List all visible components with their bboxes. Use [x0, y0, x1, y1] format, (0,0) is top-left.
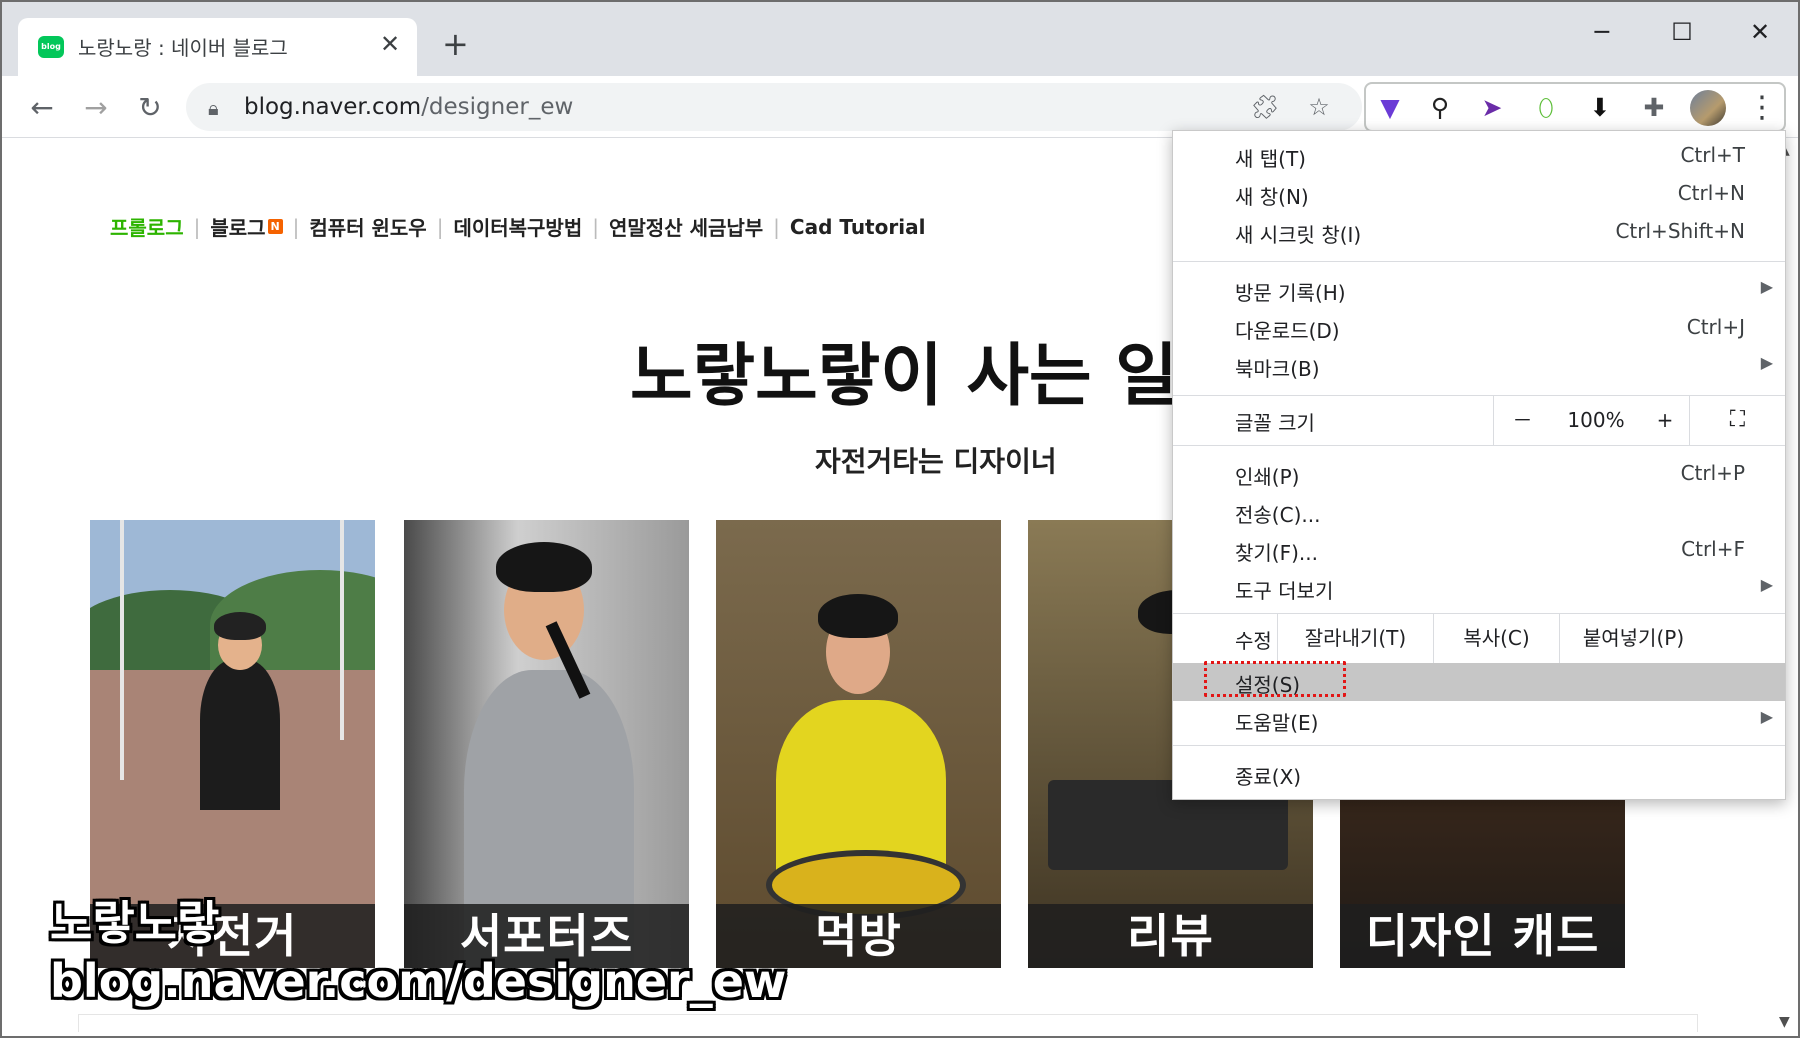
- edit-label: 수정: [1235, 629, 1272, 653]
- zoom-label: 글꼴 크기: [1235, 411, 1315, 435]
- zoom-value: 100%: [1567, 408, 1625, 432]
- tab-title: 노랑노랑 : 네이버 블로그: [78, 36, 288, 60]
- menu-item-new-window[interactable]: 새 창(N) Ctrl+N: [1173, 175, 1785, 213]
- nav-item-computer[interactable]: 컴퓨터 윈도우: [309, 212, 426, 241]
- content-divider: [78, 1014, 1698, 1032]
- mouse-extension-icon[interactable]: ⬯: [1526, 88, 1566, 128]
- nav-item-blog[interactable]: 블로그: [210, 212, 265, 241]
- url-text[interactable]: blog.naver.com/designer_ew: [244, 94, 573, 120]
- card-photo-rider: [200, 660, 280, 810]
- vpn-extension-icon[interactable]: ▼: [1370, 88, 1410, 128]
- back-icon[interactable]: ←: [22, 88, 62, 128]
- blog-favicon-icon: blog: [38, 36, 64, 58]
- card-photo-cable: [120, 520, 124, 780]
- card-caption: 디자인 캐드: [1340, 904, 1625, 968]
- tab-strip: blog 노랑노랑 : 네이버 블로그 ✕ + ─ ☐ ✕: [2, 2, 1798, 76]
- url-path: /designer_ew: [421, 94, 574, 120]
- chevron-right-icon: ▶: [1760, 575, 1773, 594]
- more-vert-icon[interactable]: ⋮: [1742, 88, 1782, 128]
- extension-blocked-icon[interactable]: 🧩︎: [1248, 91, 1282, 123]
- settings-highlight-box: [1204, 661, 1346, 697]
- window-close-icon[interactable]: ✕: [1730, 12, 1790, 52]
- menu-row-edit: 수정 잘라내기(T) 복사(C) 붙여넣기(P): [1173, 613, 1785, 663]
- browser-window: blog 노랑노랑 : 네이버 블로그 ✕ + ─ ☐ ✕ ← → ↻ 🔒︎ b…: [0, 0, 1800, 1038]
- new-tab-plus-icon[interactable]: +: [442, 28, 469, 60]
- card-caption: 리뷰: [1028, 904, 1313, 968]
- tab-close-icon[interactable]: ✕: [380, 30, 400, 58]
- cut-button[interactable]: 잘라내기(T): [1277, 613, 1433, 663]
- nav-separator: |: [773, 214, 780, 239]
- star-icon[interactable]: ☆: [1302, 91, 1336, 123]
- nav-separator: |: [436, 214, 444, 239]
- zoom-out-button[interactable]: －: [1493, 395, 1551, 445]
- url-host: blog.naver.com: [244, 94, 422, 120]
- nav-item-cad[interactable]: Cad Tutorial: [790, 215, 926, 239]
- menu-item-new-incognito[interactable]: 새 시크릿 창(I) Ctrl+Shift+N: [1173, 213, 1785, 251]
- menu-item-help[interactable]: 도움말(E) ▶: [1173, 701, 1785, 739]
- menu-divider: [1173, 745, 1785, 746]
- chrome-main-menu: 새 탭(T) Ctrl+T 새 창(N) Ctrl+N 새 시크릿 창(I) Ctrl…: [1172, 130, 1786, 800]
- nav-separator: |: [292, 214, 300, 239]
- puzzle-icon[interactable]: ✚: [1634, 88, 1674, 128]
- scrollbar-down-icon[interactable]: ▼: [1779, 1014, 1790, 1030]
- card-photo-cable: [340, 520, 344, 740]
- download-extension-icon[interactable]: ⬇: [1580, 88, 1620, 128]
- tab-active[interactable]: blog 노랑노랑 : 네이버 블로그 ✕: [18, 18, 417, 76]
- chevron-right-icon: ▶: [1760, 353, 1773, 372]
- menu-item-print[interactable]: 인쇄(P) Ctrl+P: [1173, 455, 1785, 493]
- watermark-title: 노랗노랗: [50, 896, 220, 950]
- cursor-extension-icon[interactable]: ➤: [1472, 88, 1512, 128]
- menu-divider: [1173, 261, 1785, 262]
- menu-divider: [1173, 445, 1785, 446]
- menu-item-new-tab[interactable]: 새 탭(T) Ctrl+T: [1173, 137, 1785, 175]
- card-photo-helmet: [214, 612, 266, 640]
- address-bar[interactable]: 🔒︎ blog.naver.com/designer_ew 🧩︎ ☆: [186, 83, 1362, 131]
- chevron-right-icon: ▶: [1760, 277, 1773, 296]
- fullscreen-icon[interactable]: ⛶: [1689, 395, 1785, 445]
- menu-item-cast[interactable]: 전송(C)...: [1173, 493, 1785, 531]
- card-photo-hair: [818, 594, 898, 638]
- card-photo-hair: [496, 542, 592, 592]
- menu-item-more-tools[interactable]: 도구 더보기 ▶: [1173, 569, 1785, 607]
- reload-icon[interactable]: ↻: [130, 88, 170, 128]
- nav-separator: |: [193, 214, 201, 239]
- forward-icon[interactable]: →: [76, 88, 116, 128]
- chevron-right-icon: ▶: [1760, 707, 1773, 726]
- new-badge: N: [267, 219, 283, 234]
- menu-item-find[interactable]: 찾기(F)... Ctrl+F: [1173, 531, 1785, 569]
- blog-subtitle: 자전거타는 디자이너: [815, 445, 1057, 478]
- nav-item-prologue[interactable]: 프롤로그: [110, 212, 184, 241]
- paste-button[interactable]: 붙여넣기(P): [1559, 613, 1707, 663]
- profile-avatar[interactable]: [1690, 90, 1726, 126]
- zoom-in-button[interactable]: +: [1641, 395, 1689, 445]
- cycling-extension-icon[interactable]: ⚲: [1420, 88, 1460, 128]
- browser-toolbar: ← → ↻ 🔒︎ blog.naver.com/designer_ew 🧩︎ ☆…: [2, 76, 1798, 138]
- blog-title: 노랗노랗이 사는 일: [630, 337, 1178, 416]
- menu-item-bookmarks[interactable]: 북마크(B) ▶: [1173, 347, 1785, 385]
- minimize-icon[interactable]: ─: [1572, 12, 1632, 52]
- watermark-url: blog.naver.com/designer_ew: [50, 954, 787, 1008]
- blog-top-nav: 프롤로그 | 블로그 N | 컴퓨터 윈도우 | 데이터복구방법 | 연말정산 세금납부 | Cad …: [110, 212, 925, 241]
- maximize-icon[interactable]: ☐: [1652, 12, 1712, 52]
- watermark: 노랗노랗 blog.naver.com/designer_ew: [50, 894, 786, 1010]
- menu-row-zoom: 글꼴 크기 － 100% + ⛶: [1173, 395, 1785, 445]
- nav-item-tax[interactable]: 연말정산 세금납부: [609, 212, 763, 241]
- menu-item-history[interactable]: 방문 기록(H) ▶: [1173, 271, 1785, 309]
- nav-separator: |: [592, 214, 599, 239]
- nav-item-data-recovery[interactable]: 데이터복구방법: [453, 212, 582, 241]
- menu-item-exit[interactable]: 종료(X): [1173, 755, 1785, 793]
- menu-item-downloads[interactable]: 다운로드(D) Ctrl+J: [1173, 309, 1785, 347]
- copy-button[interactable]: 복사(C): [1433, 613, 1559, 663]
- lock-icon[interactable]: 🔒︎: [208, 96, 219, 120]
